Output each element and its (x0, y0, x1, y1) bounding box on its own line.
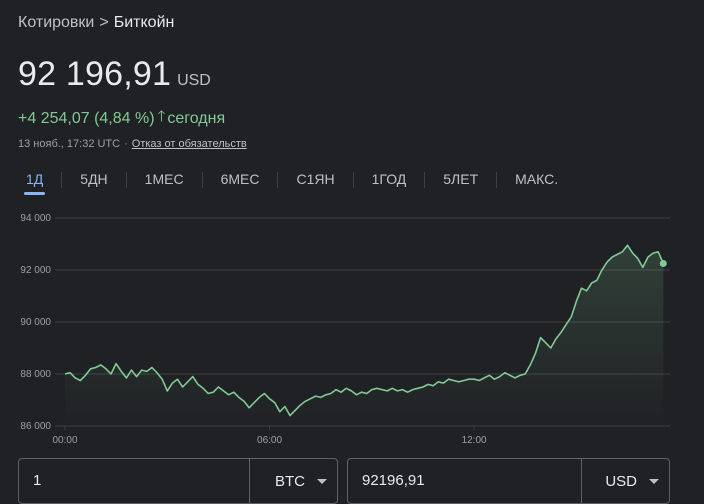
x-tick-label: 12:00 (462, 435, 487, 446)
breadcrumb-separator: > (99, 14, 109, 31)
to-currency-select[interactable]: USD (581, 459, 669, 503)
y-tick-label: 94 000 (20, 213, 51, 224)
meta-separator: · (124, 138, 128, 150)
x-tick-label: 06:00 (257, 435, 282, 446)
price-row: 92 196,91 USD (18, 55, 211, 94)
price-currency: USD (177, 72, 211, 89)
breadcrumb: Котировки > Биткойн (18, 14, 174, 32)
tab-divider (125, 172, 127, 188)
tab-5y[interactable]: 5ЛЕТ (433, 167, 488, 193)
tab-divider (201, 172, 203, 188)
breadcrumb-current: Биткойн (113, 14, 175, 31)
tab-max[interactable]: МАКС. (505, 167, 568, 193)
y-tick-label: 92 000 (20, 265, 51, 276)
arrow-up-icon: 🡑 (157, 108, 166, 125)
chevron-down-icon (649, 478, 659, 484)
tab-1m[interactable]: 1МЕС (135, 167, 194, 193)
x-tick-label: 00:00 (52, 435, 77, 446)
y-tick-label: 86 000 (20, 421, 51, 432)
change-period: сегодня (167, 109, 226, 127)
latest-price-point (659, 260, 667, 267)
change-value: +4 254,07 (4,84 %) (18, 109, 155, 127)
from-currency-select[interactable]: BTC (249, 459, 337, 503)
disclaimer-link[interactable]: Отказ от обязательств (132, 138, 247, 150)
price-area-fill (65, 245, 664, 426)
to-amount-input[interactable]: 92196,91 (362, 459, 425, 503)
breadcrumb-parent-link[interactable]: Котировки (18, 14, 94, 31)
price-change: +4 254,07 (4,84 %) 🡑 сегодня (18, 106, 225, 131)
tab-ytd[interactable]: С1ЯН (286, 167, 344, 193)
quote-timestamp: 13 нояб., 17:32 UTC (18, 138, 121, 150)
from-amount-box: 1 BTC (18, 458, 338, 504)
tab-divider (61, 172, 63, 188)
tab-5d[interactable]: 5ДН (70, 167, 117, 193)
y-tick-label: 90 000 (20, 317, 51, 328)
current-price: 92 196,91 (18, 55, 172, 93)
from-amount-input[interactable]: 1 (33, 459, 41, 503)
tab-6m[interactable]: 6МЕС (211, 167, 270, 193)
price-chart[interactable]: 94 000 92 000 90 000 88 000 86 000 00:00 06:0… (0, 200, 704, 450)
tab-divider (496, 172, 498, 188)
y-tick-label: 88 000 (20, 369, 51, 380)
quote-meta: 13 нояб., 17:32 UTC · Отказ от обязательст… (18, 138, 247, 150)
tab-1y[interactable]: 1ГОД (362, 167, 417, 193)
to-amount-box: 92196,91 USD (347, 458, 670, 504)
to-currency-label: USD (605, 472, 637, 490)
from-currency-label: BTC (275, 472, 305, 490)
tab-divider (352, 172, 354, 188)
currency-converter: 1 BTC 92196,91 USD (18, 458, 670, 504)
tab-1d[interactable]: 1Д (16, 167, 53, 195)
tab-divider (277, 172, 279, 188)
tab-divider (424, 172, 426, 188)
range-tabs: 1Д 5ДН 1МЕС 6МЕС С1ЯН 1ГОД 5ЛЕТ МАКС. (16, 166, 568, 195)
chevron-down-icon (317, 478, 327, 484)
